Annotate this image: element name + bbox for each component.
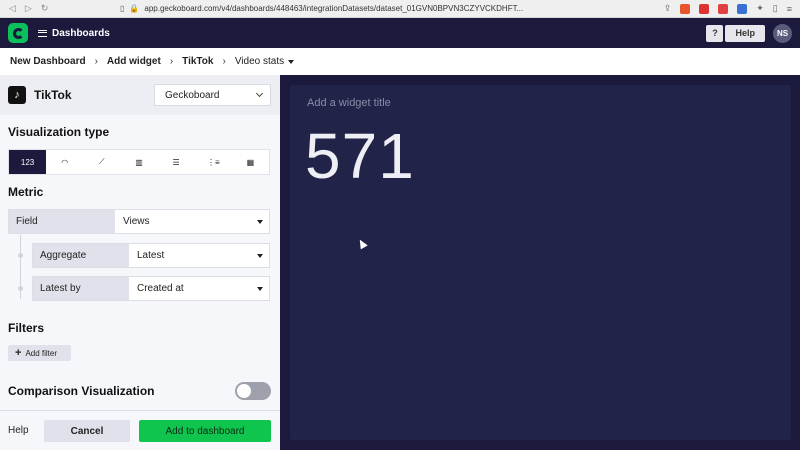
browser-toolbar: ◁ ▷ ↻ ▯ 🔒 app.geckoboard.com/v4/dashboar… [0,0,800,18]
app-header: Dashboards ? Help NS [0,18,800,48]
tree-dot [18,286,23,291]
column-chart-icon: ▥ [135,157,143,167]
breadcrumb-add-widget[interactable]: Add widget [107,56,161,67]
latest-by-label: Latest by [33,277,129,300]
field-select-row: Field Views [8,209,270,234]
dashboards-label: Dashboards [52,27,110,39]
number-value: 571 [305,120,415,192]
latest-by-select[interactable]: Created at [129,277,269,300]
table-icon: ▦ [246,157,255,167]
widget-title-input[interactable]: Add a widget title [307,97,391,109]
gauge-icon: ◠ [61,157,69,167]
translate-icon[interactable] [737,3,748,14]
menu-icon[interactable]: ≡ [787,4,792,14]
caret-down-icon [257,254,263,258]
viz-line-button[interactable]: ⟋ [83,150,120,174]
field-label: Field [9,210,115,233]
widget-config-panel: ♪ TikTok Geckoboard Visualization type 1… [0,75,280,450]
viz-table-button[interactable]: ▦ [232,150,269,174]
chevron-down-icon [255,89,264,98]
comparison-heading: Comparison Visualization [8,384,155,398]
reload-icon[interactable]: ↻ [41,3,49,14]
aggregate-select[interactable]: Latest [129,244,269,267]
number-icon: 123 [20,157,35,167]
dataset-dropdown[interactable]: Video stats [234,56,295,67]
dataset-label: Video stats [234,56,285,67]
plus-icon: + [15,346,22,359]
viz-leaderboard-button[interactable]: ⋮≡ [195,150,232,174]
latest-by-value: Created at [137,283,184,294]
source-row: ♪ TikTok Geckoboard [0,75,280,115]
bar-chart-icon: ☰ [172,157,180,167]
browser-nav: ◁ ▷ ↻ [0,3,120,14]
toggle-knob [237,384,251,398]
chevron-right-icon: › [94,56,98,67]
latest-by-select-row: Latest by Created at [32,276,270,301]
geckoboard-logo[interactable] [8,23,28,43]
aggregate-select-row: Aggregate Latest [32,243,270,268]
account-select[interactable]: Geckoboard [154,84,271,106]
breadcrumb-new-dashboard[interactable]: New Dashboard [10,56,86,67]
leaderboard-icon: ⋮≡ [206,157,220,167]
metric-heading: Metric [8,185,44,199]
aggregate-label: Aggregate [33,244,129,267]
add-filter-button[interactable]: + Add filter [8,345,71,361]
line-chart-icon: ⟋ [99,157,105,166]
viz-column-button[interactable]: ▥ [120,150,157,174]
widget-preview: Add a widget title 571 [290,85,791,440]
breadcrumb: New Dashboard › Add widget › TikTok › Vi… [0,48,800,75]
extensions-icon[interactable]: ✦ [756,3,764,14]
tree-dot [18,253,23,258]
aggregate-value: Latest [137,250,165,261]
viz-gauge-button[interactable]: ◠ [46,150,83,174]
field-value: Views [123,216,150,227]
brave-shield-icon[interactable] [680,3,691,14]
sidebar-icon[interactable]: ▯ [773,3,778,14]
address-bar[interactable]: ▯ 🔒 app.geckoboard.com/v4/dashboards/448… [120,4,664,13]
viz-bar-button[interactable]: ☰ [158,150,195,174]
avatar[interactable]: NS [773,23,792,43]
footer-help-link[interactable]: Help [8,425,29,436]
filters-heading: Filters [8,321,45,335]
shortcuts-button[interactable]: ? [706,24,724,42]
forward-icon[interactable]: ▷ [25,3,32,14]
back-icon[interactable]: ◁ [9,3,16,14]
rewards-icon[interactable] [699,3,710,14]
cancel-button[interactable]: Cancel [44,420,130,442]
help-button[interactable]: Help [725,24,765,42]
chevron-right-icon: › [222,56,226,67]
caret-down-icon [257,287,263,291]
breadcrumb-tiktok[interactable]: TikTok [182,56,213,67]
pocket-icon[interactable] [718,3,729,14]
account-value: Geckoboard [165,89,220,101]
viz-number-button[interactable]: 123 [9,150,47,174]
url-text[interactable]: app.geckoboard.com/v4/dashboards/448463/… [144,4,523,13]
caret-down-icon [288,59,295,64]
visualization-type-picker: 123 ◠ ⟋ ▥ ☰ ⋮≡ ▦ [8,149,270,175]
source-name: TikTok [34,88,72,102]
dashboards-menu-button[interactable]: Dashboards [38,28,110,39]
add-to-dashboard-button[interactable]: Add to dashboard [139,420,271,442]
chevron-right-icon: › [169,56,174,67]
share-icon[interactable]: ⇪ [664,3,672,14]
comparison-toggle[interactable] [235,382,271,400]
panel-footer: Help Cancel Add to dashboard [0,410,280,450]
caret-down-icon [257,220,263,224]
tiktok-icon: ♪ [8,86,26,104]
hamburger-icon [38,29,47,37]
config-scroll-area[interactable]: Visualization type 123 ◠ ⟋ ▥ ☰ ⋮≡ ▦ Metr… [0,115,280,410]
field-select[interactable]: Views [115,210,269,233]
bookmark-icon[interactable]: ▯ [120,4,124,13]
add-filter-label: Add filter [25,348,58,358]
browser-tools: ⇪ ✦ ▯ ≡ [664,3,800,14]
visualization-heading: Visualization type [8,125,110,139]
lock-icon: 🔒 [129,4,140,13]
